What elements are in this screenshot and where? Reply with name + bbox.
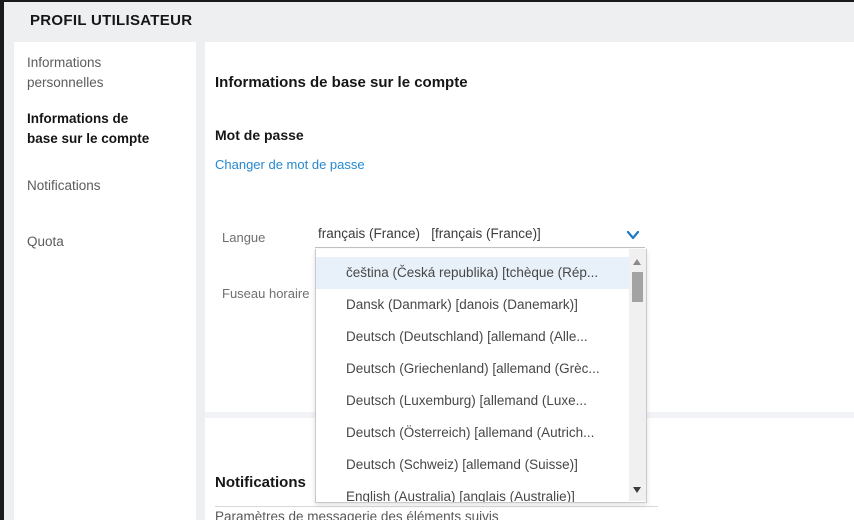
password-section-label: Mot de passe [215,127,304,143]
dropdown-option-list: čeština (Česká republika) [tchèque (Rép.… [316,257,629,503]
dropdown-option[interactable]: Deutsch (Luxemburg) [allemand (Luxe... [316,385,629,417]
page-title: PROFIL UTILISATEUR [30,12,192,29]
scrollbar-thumb[interactable] [632,272,643,302]
timezone-label: Fuseau horaire [222,286,309,301]
language-dropdown: čeština (Česká republika) [tchèque (Rép.… [315,249,647,503]
sidebar-item-informations-de-base[interactable]: Informations de base sur le compte [27,109,159,149]
language-label: Langue [222,230,265,245]
sidebar: Informations personnelles Informations d… [14,42,196,520]
notifications-section-title: Notifications [215,474,306,491]
dropdown-option[interactable]: Deutsch (Griechenland) [allemand (Grèc..… [316,353,629,385]
change-password-link[interactable]: Changer de mot de passe [215,157,365,172]
dropdown-scrollbar[interactable] [629,249,646,501]
language-select-underline [315,247,645,248]
dropdown-option[interactable]: Deutsch (Österreich) [allemand (Autrich.… [316,417,629,449]
dropdown-option[interactable]: Deutsch (Deutschland) [allemand (Alle... [316,321,629,353]
notifications-description: Paramètres de messagerie des éléments su… [215,509,499,520]
notifications-divider [215,506,658,507]
dropdown-option[interactable]: Deutsch (Schweiz) [allemand (Suisse)] [316,449,629,481]
dropdown-option[interactable]: Dansk (Danmark) [danois (Danemark)] [316,289,629,321]
chevron-down-icon[interactable] [625,227,641,243]
sidebar-item-informations-personnelles[interactable]: Informations personnelles [27,53,159,93]
window-left-edge [0,0,4,520]
sidebar-item-notifications[interactable]: Notifications [27,176,159,196]
scroll-up-icon[interactable] [633,259,641,265]
section-title: Informations de base sur le compte [215,74,468,91]
language-select-value: français (France) [français (France)] [318,226,541,241]
user-profile-page: PROFIL UTILISATEUR Informations personne… [0,0,854,520]
sidebar-item-quota[interactable]: Quota [27,232,159,252]
page-header: PROFIL UTILISATEUR [4,2,854,42]
scroll-down-icon[interactable] [633,487,641,493]
language-select[interactable]: français (France) [français (France)] [315,224,645,248]
dropdown-option[interactable]: English (Australia) [anglais (Australie)… [316,481,629,503]
dropdown-option[interactable]: čeština (Česká republika) [tchèque (Rép.… [316,257,629,289]
